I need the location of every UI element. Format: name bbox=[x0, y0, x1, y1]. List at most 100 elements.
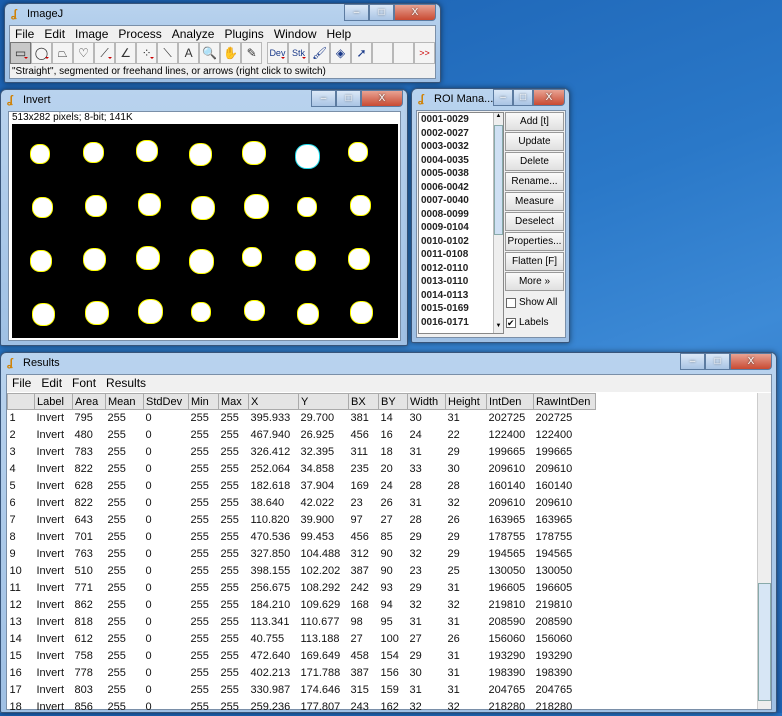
column-header-width[interactable]: Width bbox=[407, 393, 446, 410]
roi-list[interactable]: 0001-0029 0002-0027 0003-0032 0004-0035 0005… bbox=[418, 112, 504, 334]
particle-roi[interactable] bbox=[295, 250, 316, 271]
table-row[interactable]: 8 Invert 701 255 0 255 255 470.536 99.453 456 85 29… bbox=[8, 529, 762, 546]
minimize-button[interactable]: – bbox=[344, 4, 369, 21]
menu-file[interactable]: File bbox=[10, 26, 39, 42]
wand-tool-button[interactable]: ⟍ bbox=[157, 42, 179, 64]
brush-tool-button[interactable]: 🖌 bbox=[308, 42, 330, 64]
particle-roi[interactable] bbox=[191, 196, 215, 220]
menu-edit[interactable]: Edit bbox=[39, 26, 70, 42]
arrow-tool-button[interactable]: ➚ bbox=[351, 42, 373, 64]
roi-addt-button[interactable]: Add [t] bbox=[505, 112, 564, 131]
column-header-index[interactable] bbox=[7, 393, 35, 410]
roi-deselect-button[interactable]: Deselect bbox=[505, 212, 564, 231]
particle-roi[interactable] bbox=[30, 250, 52, 272]
scroll-up-icon[interactable]: ▲ bbox=[494, 113, 503, 123]
particle-roi[interactable] bbox=[242, 141, 266, 165]
table-row[interactable]: 12 Invert 862 255 0 255 255 184.210 109.629 168 94… bbox=[8, 597, 762, 614]
column-header-stddev[interactable]: StdDev bbox=[143, 393, 189, 410]
column-header-height[interactable]: Height bbox=[445, 393, 487, 410]
table-row[interactable]: 14 Invert 612 255 0 255 255 40.755 113.188 27 100 2… bbox=[8, 631, 762, 648]
particle-roi[interactable] bbox=[348, 248, 370, 270]
roi-measure-button[interactable]: Measure bbox=[505, 192, 564, 211]
particle-roi[interactable] bbox=[136, 140, 158, 162]
particle-roi[interactable] bbox=[244, 194, 269, 219]
roi-rename-button[interactable]: Rename... bbox=[505, 172, 564, 191]
oval-tool-button[interactable]: ◯ bbox=[31, 42, 53, 64]
show-all-check-icon[interactable] bbox=[506, 297, 516, 308]
roi-list-scrollbar[interactable]: ▲ ▼ bbox=[493, 113, 503, 333]
column-header-x[interactable]: X bbox=[248, 393, 299, 410]
minimize-button[interactable]: – bbox=[493, 89, 513, 106]
particle-roi[interactable] bbox=[30, 144, 50, 164]
roi-list-item[interactable]: 0001-0029 bbox=[419, 113, 503, 127]
table-row[interactable]: 10 Invert 510 255 0 255 255 398.155 102.202 387 90… bbox=[8, 563, 762, 580]
particle-roi[interactable] bbox=[350, 195, 371, 216]
column-header-bx[interactable]: BX bbox=[348, 393, 379, 410]
results-menu-font[interactable]: Font bbox=[67, 375, 101, 392]
particle-roi[interactable] bbox=[32, 197, 53, 218]
menu-image[interactable]: Image bbox=[70, 26, 113, 42]
roi-properties-button[interactable]: Properties... bbox=[505, 232, 564, 251]
close-button[interactable]: X bbox=[394, 4, 436, 21]
roi-list-item[interactable]: 0004-0035 bbox=[419, 154, 503, 168]
particle-roi[interactable] bbox=[83, 142, 104, 163]
results-scroll-thumb[interactable] bbox=[758, 583, 771, 701]
particle-roi[interactable] bbox=[85, 301, 109, 325]
close-button[interactable]: X bbox=[730, 353, 772, 370]
title-bar[interactable]: ʆ Results bbox=[1, 353, 776, 373]
particle-roi[interactable] bbox=[136, 246, 160, 270]
menu-help[interactable]: Help bbox=[322, 26, 357, 42]
particle-roi[interactable] bbox=[83, 248, 106, 271]
particle-roi[interactable] bbox=[244, 300, 265, 321]
more-tools-button[interactable]: >> bbox=[414, 42, 436, 64]
column-header-by[interactable]: BY bbox=[378, 393, 408, 410]
roi-list-item[interactable]: 0014-0113 bbox=[419, 289, 503, 303]
angle-tool-button[interactable]: ∠ bbox=[115, 42, 137, 64]
stack-button[interactable]: Stk bbox=[287, 42, 309, 64]
roi-list-item[interactable]: 0012-0110 bbox=[419, 262, 503, 276]
roi-list-item[interactable]: 0010-0102 bbox=[419, 235, 503, 249]
table-row[interactable]: 15 Invert 758 255 0 255 255 472.640 169.649 458 15… bbox=[8, 648, 762, 665]
roi-list-item[interactable]: 0006-0042 bbox=[419, 181, 503, 195]
roi-delete-button[interactable]: Delete bbox=[505, 152, 564, 171]
particle-roi[interactable] bbox=[138, 193, 161, 216]
line-tool-button[interactable]: ⟋ bbox=[94, 42, 116, 64]
roi-list-item[interactable]: 0003-0032 bbox=[419, 140, 503, 154]
results-menu-edit[interactable]: Edit bbox=[36, 375, 67, 392]
magnifier-tool-button[interactable]: 🔍 bbox=[199, 42, 221, 64]
column-header-mean[interactable]: Mean bbox=[105, 393, 144, 410]
table-row[interactable]: 7 Invert 643 255 0 255 255 110.820 39.900 97 27 28 2… bbox=[8, 512, 762, 529]
column-header-rawintden[interactable]: RawIntDen bbox=[533, 393, 596, 410]
roi-update-button[interactable]: Update bbox=[505, 132, 564, 151]
maximize-button[interactable]: □ bbox=[369, 4, 394, 21]
table-row[interactable]: 13 Invert 818 255 0 255 255 113.341 110.677 98 95 3… bbox=[8, 614, 762, 631]
table-row[interactable]: 5 Invert 628 255 0 255 255 182.618 37.904 169 24 28… bbox=[8, 478, 762, 495]
polygon-tool-button[interactable]: ⏢ bbox=[52, 42, 74, 64]
column-header-max[interactable]: Max bbox=[218, 393, 249, 410]
freehand-tool-button[interactable]: ♡ bbox=[73, 42, 95, 64]
table-row[interactable]: 17 Invert 803 255 0 255 255 330.987 174.646 315 15… bbox=[8, 682, 762, 699]
table-row[interactable]: 3 Invert 783 255 0 255 255 326.412 32.395 311 18 31… bbox=[8, 444, 762, 461]
particle-roi[interactable] bbox=[297, 303, 319, 325]
particle-roi[interactable] bbox=[85, 195, 107, 217]
results-menu-results[interactable]: Results bbox=[101, 375, 151, 392]
particle-roi[interactable] bbox=[189, 143, 212, 166]
table-row[interactable]: 2 Invert 480 255 0 255 255 467.940 26.925 456 16 24… bbox=[8, 427, 762, 444]
color-picker-tool-button[interactable]: ✎ bbox=[241, 42, 263, 64]
column-header-min[interactable]: Min bbox=[188, 393, 219, 410]
particle-roi[interactable] bbox=[350, 301, 373, 324]
table-row[interactable]: 9 Invert 763 255 0 255 255 327.850 104.488 312 90 3… bbox=[8, 546, 762, 563]
particle-roi[interactable] bbox=[348, 142, 368, 162]
roi-list-item[interactable]: 0007-0040 bbox=[419, 194, 503, 208]
minimize-button[interactable]: – bbox=[680, 353, 705, 370]
scroll-thumb[interactable] bbox=[494, 125, 503, 235]
close-button[interactable]: X bbox=[533, 89, 565, 106]
roi-more-button[interactable]: More » bbox=[505, 272, 564, 291]
roi-list-item[interactable]: 0011-0108 bbox=[419, 248, 503, 262]
column-header-label[interactable]: Label bbox=[34, 393, 73, 410]
image-canvas[interactable] bbox=[12, 124, 398, 338]
menu-process[interactable]: Process bbox=[113, 26, 166, 42]
particle-roi[interactable] bbox=[191, 302, 211, 322]
particle-roi[interactable] bbox=[138, 299, 163, 324]
multipoint-tool-button[interactable]: ⁘ bbox=[136, 42, 158, 64]
